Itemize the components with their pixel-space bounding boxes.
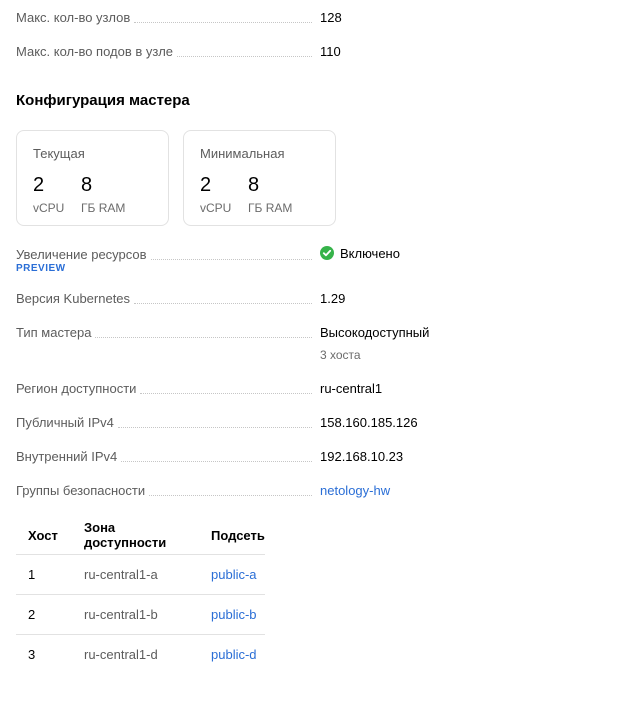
max-pods-label: Макс. кол-во подов в узле [16,44,174,59]
security-groups-row: Группы безопасности [16,483,316,499]
host-zone: ru-central1-d [84,647,158,662]
minimal-card-title: Минимальная [200,146,285,161]
max-nodes-row: Макс. кол-во узлов [16,10,316,26]
region-row: Регион доступности [16,381,316,397]
current-ram-unit: ГБ RAM [81,201,126,215]
internal-ip-label: Внутренний IPv4 [16,449,118,464]
minimal-ram-value: 8 [248,174,260,196]
max-pods-value: 110 [320,44,341,59]
column-header-host: Хост [16,516,72,555]
current-config-card: Текущая 2 vCPU 8 ГБ RAM [16,130,169,226]
host-number: 3 [28,647,36,662]
hosts-table: Хост Зона доступности Подсеть 1 ru-centr… [16,516,265,674]
max-pods-row: Макс. кол-во подов в узле [16,44,316,60]
public-ip-value: 158.160.185.126 [320,415,418,430]
host-zone: ru-central1-b [72,594,199,635]
region-value: ru-central1 [320,381,383,396]
dotted-leader [177,55,312,57]
max-nodes-label: Макс. кол-во узлов [16,10,131,25]
dotted-leader [95,336,312,338]
dotted-leader [134,21,312,23]
dotted-leader [117,426,312,428]
minimal-config-card: Минимальная 2 vCPU 8 ГБ RAM [183,130,336,226]
master-type-value: Высокодоступный [320,325,430,340]
table-row: 1 ru-central1-a public-a [16,554,265,595]
k8s-version-label: Версия Kubernetes [16,291,131,306]
current-vcpu-value: 2 [33,174,45,196]
table-row: 2 ru-central1-b public-b [16,594,265,635]
minimal-vcpu-unit: vCPU [200,201,232,215]
region-label: Регион доступности [16,381,137,396]
current-vcpu-unit: vCPU [33,201,65,215]
resource-increase-value: Включено [340,246,400,261]
column-header-subnet: Подсеть [199,516,265,555]
check-circle-icon [320,246,334,260]
master-config-heading: Конфигурация мастера [16,92,190,109]
preview-badge: PREVIEW [16,263,66,274]
resource-increase-label: Увеличение ресурсов [16,247,147,262]
public-ip-row: Публичный IPv4 [16,415,316,431]
master-type-label: Тип мастера [16,325,92,340]
host-number: 1 [16,554,72,595]
host-zone: ru-central1-a [72,554,199,595]
subnet-link[interactable]: public-b [199,594,265,635]
k8s-version-row: Версия Kubernetes [16,291,316,307]
current-ram-value: 8 [81,174,93,196]
table-row: 3 ru-central1-d public-d [16,635,265,675]
resource-increase-row: Увеличение ресурсов [16,247,316,263]
max-nodes-value: 128 [320,10,342,25]
current-card-title: Текущая [33,146,85,161]
minimal-ram-unit: ГБ RAM [248,201,293,215]
column-header-zone: Зона доступности [72,516,199,555]
subnet-link[interactable]: public-a [199,554,265,595]
table-header-row: Хост Зона доступности Подсеть [16,516,265,555]
dotted-leader [134,302,312,304]
internal-ip-row: Внутренний IPv4 [16,449,316,465]
dotted-leader [121,460,312,462]
minimal-vcpu-value: 2 [200,174,212,196]
dotted-leader [140,392,312,394]
security-group-link[interactable]: netology-hw [320,483,390,499]
k8s-version-value: 1.29 [320,291,346,306]
host-number: 2 [16,594,72,635]
security-groups-label: Группы безопасности [16,483,146,498]
dotted-leader [150,258,312,260]
dotted-leader [149,494,312,496]
public-ip-label: Публичный IPv4 [16,415,114,430]
master-type-row: Тип мастера [16,325,316,341]
master-type-hosts: 3 хоста [320,348,361,362]
subnet-link[interactable]: public-d [199,635,265,675]
internal-ip-value: 192.168.10.23 [320,449,404,464]
